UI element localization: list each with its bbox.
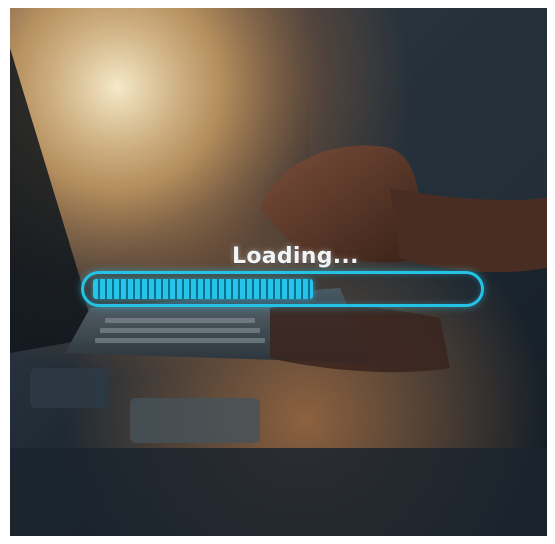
progress-bar	[81, 271, 484, 307]
progress-fill	[93, 279, 313, 299]
loading-label: Loading...	[232, 244, 359, 269]
photo-frame: Loading...	[10, 8, 547, 536]
